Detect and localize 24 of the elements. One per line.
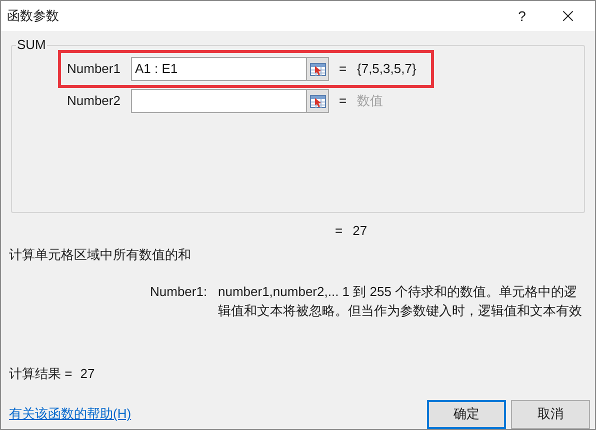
range-select-icon [310, 62, 326, 76]
argument-field[interactable]: A1 : E1 [131, 57, 307, 81]
range-select-button[interactable] [307, 57, 329, 81]
range-select-icon [310, 94, 326, 108]
help-link[interactable]: 有关该函数的帮助(H) [9, 404, 132, 424]
dialog-button[interactable]: 取消 [511, 400, 590, 428]
argument-help-text: number1,number2,... 1 到 255 个待求和的数值。单元格中的逻辑值和文本将被忽略。但当作为参数键入时，逻辑值和文本有效 [218, 283, 583, 320]
argument-label: Number2 [67, 92, 122, 110]
range-select-button[interactable] [307, 89, 329, 113]
dialog-button[interactable]: 确定 [427, 400, 506, 428]
window-title: 函数参数 [7, 7, 59, 26]
formula-result-value: 27 [80, 365, 95, 383]
argument-field[interactable] [131, 89, 307, 113]
formula-result-label: 计算结果 = [9, 365, 72, 383]
function-description: 计算单元格区域中所有数值的和 [9, 246, 192, 264]
argument-result: {7,5,3,5,7} [357, 60, 416, 78]
equals-sign: = [335, 222, 343, 240]
argument-help-label: Number1: [150, 283, 208, 301]
argument-label: Number1 [67, 60, 122, 78]
equals-sign: = [339, 60, 348, 78]
total-value: 27 [352, 222, 368, 240]
argument-result: 数值 [357, 92, 383, 110]
help-button[interactable]: ? [499, 1, 545, 31]
equals-sign: = [339, 92, 348, 110]
